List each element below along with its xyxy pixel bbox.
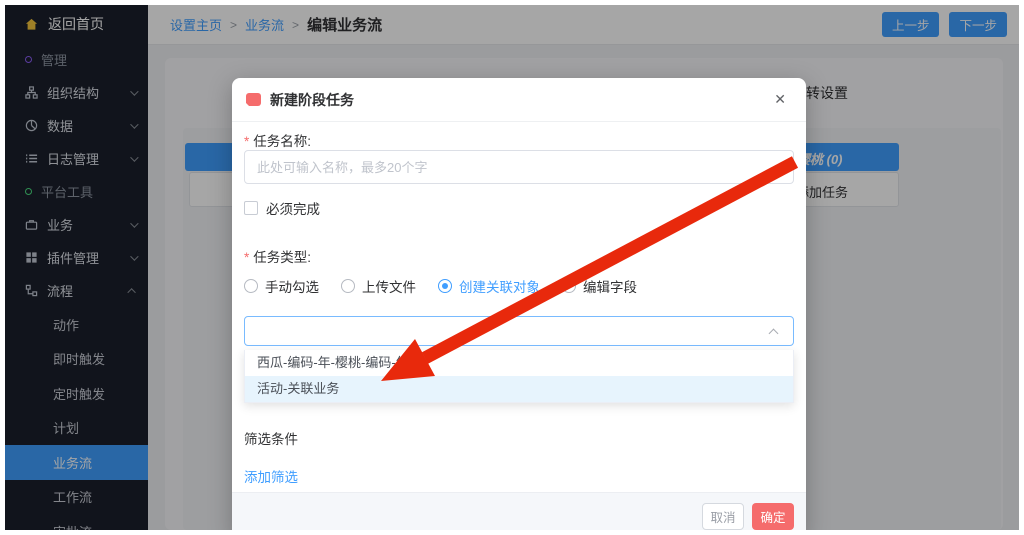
label-text: 任务名称: [253,134,311,149]
radio-icon [438,279,452,293]
radio-icon [562,279,576,293]
label-text: 任务类型: [253,250,311,265]
radio-create-related-object[interactable]: 创建关联对象 [438,276,540,296]
required-mark: * [244,134,249,149]
radio-edit-field[interactable]: 编辑字段 [562,276,637,296]
task-type-label: * 任务类型: [244,246,311,266]
filter-section-label: 筛选条件 [244,428,298,448]
modal-header: 新建阶段任务 ✕ [232,78,806,122]
radio-upload-file[interactable]: 上传文件 [341,276,416,296]
dropdown-option-highlighted[interactable]: 活动-关联业务 [245,376,793,402]
related-object-select[interactable] [244,316,794,346]
confirm-button[interactable]: 确定 [752,503,794,530]
modal-title: 新建阶段任务 [270,90,354,110]
task-type-radio-group: 手动勾选 上传文件 创建关联对象 编辑字段 [244,276,637,296]
chevron-up-icon [769,329,779,339]
must-complete-checkbox[interactable]: 必须完成 [244,198,320,218]
dropdown-option[interactable]: 西瓜-编码-年-樱桃-编码-年 [245,350,793,376]
radio-label: 编辑字段 [583,276,637,296]
required-mark: * [244,250,249,265]
cancel-button[interactable]: 取消 [702,503,744,530]
radio-label: 手动勾选 [265,276,319,296]
screenshot-root: 返回首页 管理 组织结构 数据 [0,0,1024,535]
radio-label: 上传文件 [362,276,416,296]
checkbox-label: 必须完成 [266,198,320,218]
radio-label: 创建关联对象 [459,276,540,296]
radio-icon [341,279,355,293]
select-dropdown: 西瓜-编码-年-樱桃-编码-年 活动-关联业务 [244,350,794,403]
radio-icon [244,279,258,293]
add-filter-link[interactable]: 添加筛选 [244,466,298,486]
close-icon[interactable]: ✕ [774,91,792,108]
task-name-label: * 任务名称: [244,130,311,150]
task-name-input[interactable] [244,150,794,184]
checkbox-icon [244,201,258,215]
app-frame: 返回首页 管理 组织结构 数据 [5,5,1019,530]
radio-manual-check[interactable]: 手动勾选 [244,276,319,296]
document-icon [246,93,261,106]
modal-footer: 取消 确定 [232,492,806,530]
new-stage-task-modal: 新建阶段任务 ✕ * 任务名称: 必须完成 * 任务类型: 手动勾选 [232,78,806,530]
